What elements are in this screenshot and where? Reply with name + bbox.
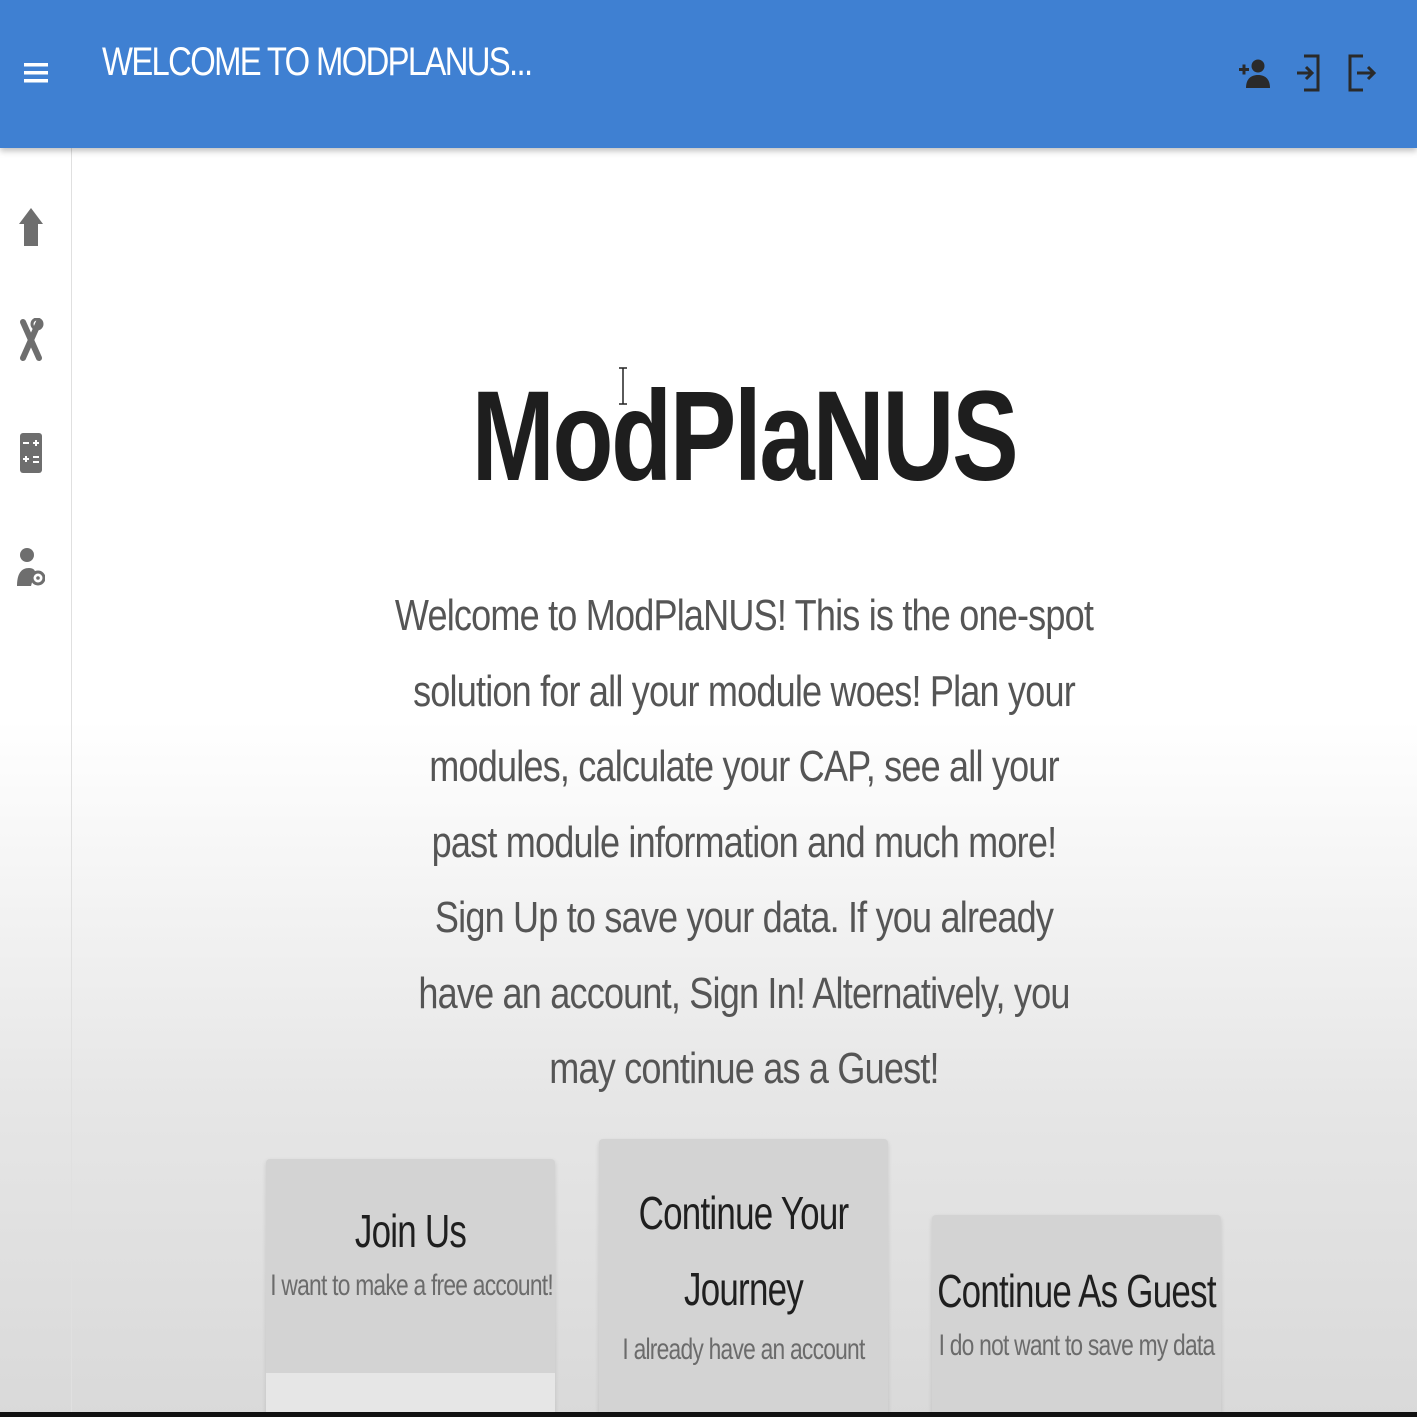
continue-journey-card[interactable]: Continue Your Journey I already have an … bbox=[599, 1139, 888, 1417]
card-subtitle: I do not want to save my data bbox=[938, 1329, 1216, 1362]
calculator-icon[interactable] bbox=[12, 430, 50, 476]
sidebar bbox=[0, 148, 72, 1417]
home-icon[interactable] bbox=[12, 204, 50, 250]
page-title: ModPlaNUS bbox=[471, 365, 1019, 508]
card-footer bbox=[266, 1373, 555, 1417]
app-title: WELCOME TO MODPLANUS... bbox=[102, 40, 533, 84]
hamburger-menu-icon[interactable] bbox=[20, 50, 52, 96]
top-app-bar: WELCOME TO MODPLANUS... bbox=[0, 0, 1417, 148]
card-title: Continue Your Journey bbox=[638, 1187, 850, 1315]
card-subtitle: I already have an account bbox=[622, 1333, 865, 1366]
user-settings-icon[interactable] bbox=[12, 544, 50, 590]
sign-out-icon[interactable] bbox=[1344, 50, 1380, 96]
card-subtitle: I want to make a free account! bbox=[270, 1269, 553, 1302]
card-title: Continue As Guest bbox=[937, 1265, 1216, 1317]
tools-icon[interactable] bbox=[12, 317, 50, 363]
text-cursor-icon bbox=[619, 367, 627, 405]
add-user-icon[interactable] bbox=[1236, 50, 1272, 96]
continue-as-guest-card[interactable]: Continue As Guest I do not want to save … bbox=[932, 1215, 1221, 1417]
join-us-card[interactable]: Join Us I want to make a free account! bbox=[266, 1159, 555, 1417]
sign-in-icon[interactable] bbox=[1290, 50, 1326, 96]
bottom-edge bbox=[0, 1412, 1417, 1417]
card-title: Join Us bbox=[354, 1205, 467, 1257]
intro-text: Welcome to ModPlaNUS! This is the one-sp… bbox=[394, 591, 1094, 1093]
